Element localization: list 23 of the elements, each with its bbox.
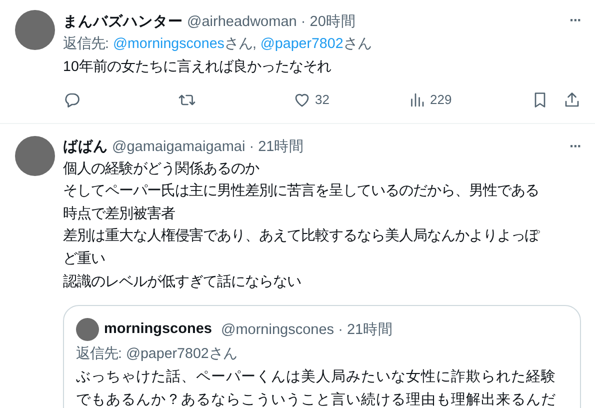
user-name[interactable]: まんバズハンター [63, 12, 183, 30]
reply-to-text: 返信先: @morningsconesさん, @paper7802さん [63, 35, 372, 54]
views-icon [408, 90, 426, 109]
quoted-post[interactable]: morningscones @morningscones · 21時間 返信先: @paper7802さん ぶっちゃけた話、ペーパーくんは美人局みたいな女性に詐欺られた経験 でもあるんか？あるならこういうこと言い続ける理由も理解出来るんだ [63, 305, 581, 408]
avatar[interactable] [15, 10, 55, 50]
post-text: 10年前の女たちに言えれば良かったなそれ [63, 58, 332, 77]
user-name: morningscones [104, 321, 212, 338]
more-menu[interactable]: ··· [570, 138, 581, 155]
share-icon [563, 90, 581, 109]
reply-icon [63, 90, 81, 109]
avatar[interactable] [15, 136, 55, 176]
reply-to-text: 返信先: @paper7802さん [76, 345, 238, 364]
more-menu[interactable]: ··· [570, 13, 581, 29]
post-text: 個人の経験がどう関係あるのか そしてペーパー氏は主に男性差別に苦言を呈しているのだから、男性である 時点で差別被害者 差別は重大な人権侵害であり、あえて比較するなら美人局なんかよりよっぽ ど重い 認識のレベルが低すぎて話にならない [63, 160, 540, 292]
views-button[interactable]: 229 [408, 90, 523, 109]
like-button[interactable]: 32 [293, 90, 408, 109]
avatar [76, 318, 99, 341]
post-meta: @gamaigamaigamai · 21時間 [112, 138, 304, 156]
post-text: ぶっちゃけた話、ペーパーくんは美人局みたいな女性に詐欺られた経験 でもあるんか？あるならこういうこと言い続ける理由も理解出来るんだ [76, 368, 557, 408]
user-name[interactable]: ばばん [63, 137, 108, 156]
post-meta: @airheadwoman · 20時間 [187, 12, 356, 30]
share-button[interactable] [563, 90, 581, 109]
post-meta: @morningscones · 21時間 [220, 320, 394, 339]
